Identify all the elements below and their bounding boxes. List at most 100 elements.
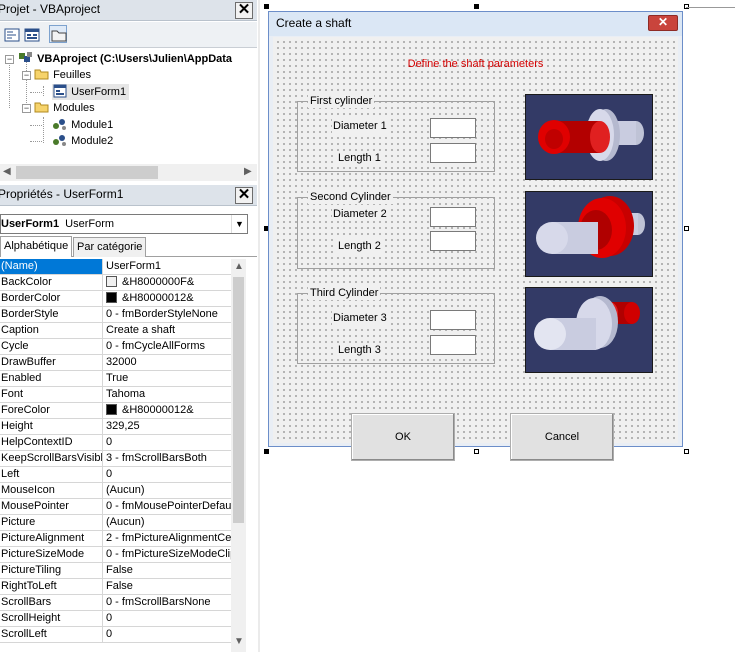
property-row[interactable]: PictureSizeMode 0 - fmPictureSizeModeClip xyxy=(0,547,231,563)
property-name: DrawBuffer xyxy=(0,355,103,370)
resize-handle[interactable] xyxy=(264,449,269,454)
property-value[interactable]: False xyxy=(104,579,231,594)
property-row[interactable]: MouseIcon (Aucun) xyxy=(0,483,231,499)
property-row[interactable]: ScrollBars 0 - fmScrollBarsNone xyxy=(0,595,231,611)
property-value[interactable]: 0 xyxy=(104,467,231,482)
collapse-modules-icon[interactable]: − xyxy=(22,104,31,113)
shaft-image-1[interactable] xyxy=(525,94,653,180)
property-row[interactable]: KeepScrollBarsVisible 3 - fmScrollBarsBot… xyxy=(0,451,231,467)
project-hscrollbar[interactable]: ◀ ▶ xyxy=(0,164,257,181)
property-value[interactable]: (Aucun) xyxy=(104,483,231,498)
property-value-text: 0 - fmMousePointerDefault xyxy=(106,500,231,512)
property-row[interactable]: Height 329,25 xyxy=(0,419,231,435)
property-row[interactable]: ForeColor &H80000012& xyxy=(0,403,231,419)
tree-item-module1[interactable]: Module1 xyxy=(52,117,113,133)
property-value[interactable]: 3 - fmScrollBarsBoth xyxy=(104,451,231,466)
property-value[interactable]: 0 - fmCycleAllForms xyxy=(104,339,231,354)
view-object-icon[interactable] xyxy=(22,25,40,43)
userform-titlebar[interactable]: Create a shaft ✕ xyxy=(269,12,682,36)
property-value[interactable]: Create a shaft xyxy=(104,323,231,338)
property-row[interactable]: BorderColor &H80000012& xyxy=(0,291,231,307)
chevron-down-icon[interactable]: ▼ xyxy=(231,215,247,233)
property-value[interactable]: 0 - fmPictureSizeModeClip xyxy=(104,547,231,562)
scroll-left-icon[interactable]: ◀ xyxy=(3,166,11,177)
scroll-right-icon[interactable]: ▶ xyxy=(244,166,252,177)
property-value[interactable]: 0 xyxy=(104,611,231,626)
property-value[interactable]: 329,25 xyxy=(104,419,231,434)
tree-folder-modules[interactable]: Modules xyxy=(34,100,95,116)
property-value[interactable]: True xyxy=(104,371,231,386)
resize-handle[interactable] xyxy=(474,4,479,9)
scroll-down-icon[interactable]: ▼ xyxy=(234,636,244,647)
resize-handle[interactable] xyxy=(264,4,269,9)
property-row[interactable]: BorderStyle 0 - fmBorderStyleNone xyxy=(0,307,231,323)
diameter-2-input[interactable] xyxy=(430,207,476,227)
property-value[interactable]: 0 - fmBorderStyleNone xyxy=(104,307,231,322)
property-row[interactable]: (Name) UserForm1 xyxy=(0,259,231,275)
property-row[interactable]: PictureTiling False xyxy=(0,563,231,579)
property-row[interactable]: Picture (Aucun) xyxy=(0,515,231,531)
property-value[interactable]: 32000 xyxy=(104,355,231,370)
property-value[interactable]: 2 - fmPictureAlignmentCenter xyxy=(104,531,231,546)
view-code-icon[interactable] xyxy=(2,25,20,43)
close-icon[interactable]: ✕ xyxy=(648,15,678,31)
diameter-3-input[interactable] xyxy=(430,310,476,330)
property-row[interactable]: HelpContextID 0 xyxy=(0,435,231,451)
property-value[interactable]: Tahoma xyxy=(104,387,231,402)
toggle-folders-icon[interactable] xyxy=(49,25,67,43)
collapse-root-icon[interactable]: − xyxy=(5,55,14,64)
length-3-input[interactable] xyxy=(430,335,476,355)
property-row[interactable]: Left 0 xyxy=(0,467,231,483)
property-row[interactable]: BackColor &H8000000F& xyxy=(0,275,231,291)
property-row[interactable]: ScrollLeft 0 xyxy=(0,627,231,643)
shaft-image-2[interactable] xyxy=(525,191,653,277)
userform-canvas[interactable]: Define the shaft parameters First cylind… xyxy=(273,37,678,461)
property-row[interactable]: PictureAlignment 2 - fmPictureAlignmentCe… xyxy=(0,531,231,547)
property-value[interactable]: (Aucun) xyxy=(104,515,231,530)
ok-button[interactable]: OK xyxy=(351,413,455,461)
property-row[interactable]: MousePointer 0 - fmMousePointerDefault xyxy=(0,499,231,515)
tree-folder-feuilles[interactable]: Feuilles xyxy=(34,67,91,83)
property-value[interactable]: 0 - fmMousePointerDefault xyxy=(104,499,231,514)
property-value[interactable]: &H8000000F& xyxy=(104,275,231,290)
scroll-thumb[interactable] xyxy=(16,166,158,179)
property-row[interactable]: Font Tahoma xyxy=(0,387,231,403)
object-select[interactable]: UserForm1 UserForm ▼ xyxy=(0,214,248,234)
property-row[interactable]: Enabled True xyxy=(0,371,231,387)
length-2-input[interactable] xyxy=(430,231,476,251)
property-value-text: 32000 xyxy=(106,356,137,368)
scroll-thumb[interactable] xyxy=(233,277,244,523)
property-value[interactable]: False xyxy=(104,563,231,578)
resize-handle[interactable] xyxy=(684,449,689,454)
userform-window[interactable]: Create a shaft ✕ Define the shaft parame… xyxy=(268,11,683,461)
length-1-input[interactable] xyxy=(430,143,476,163)
close-icon[interactable]: ✕ xyxy=(235,2,253,19)
tree-root-node[interactable]: VBAproject (C:\Users\Julien\AppData xyxy=(18,51,232,67)
cancel-button[interactable]: Cancel xyxy=(510,413,614,461)
tab-par-categorie[interactable]: Par catégorie xyxy=(73,237,147,257)
resize-handle[interactable] xyxy=(684,226,689,231)
properties-vscrollbar[interactable]: ▲ ▼ xyxy=(231,259,246,652)
close-icon[interactable]: ✕ xyxy=(235,187,253,204)
tree-item-userform1[interactable]: UserForm1 xyxy=(52,84,130,100)
tree-item-module2[interactable]: Module2 xyxy=(52,133,113,149)
scroll-up-icon[interactable]: ▲ xyxy=(234,261,244,272)
property-row[interactable]: RightToLeft False xyxy=(0,579,231,595)
property-value[interactable]: &H80000012& xyxy=(104,403,231,418)
diameter-1-input[interactable] xyxy=(430,118,476,138)
property-row[interactable]: ScrollHeight 0 xyxy=(0,611,231,627)
resize-handle[interactable] xyxy=(474,449,479,454)
splitter[interactable] xyxy=(258,0,260,652)
property-value[interactable]: UserForm1 xyxy=(104,259,231,274)
property-value[interactable]: 0 xyxy=(104,627,231,642)
property-row[interactable]: Cycle 0 - fmCycleAllForms xyxy=(0,339,231,355)
collapse-feuilles-icon[interactable]: − xyxy=(22,71,31,80)
shaft-image-3[interactable] xyxy=(525,287,653,373)
property-value[interactable]: 0 xyxy=(104,435,231,450)
property-value[interactable]: 0 - fmScrollBarsNone xyxy=(104,595,231,610)
property-value[interactable]: &H80000012& xyxy=(104,291,231,306)
property-row[interactable]: DrawBuffer 32000 xyxy=(0,355,231,371)
property-row[interactable]: Caption Create a shaft xyxy=(0,323,231,339)
tab-alphabetique[interactable]: Alphabétique xyxy=(0,236,73,257)
properties-title-text: Propriétés - UserForm1 xyxy=(0,187,124,201)
